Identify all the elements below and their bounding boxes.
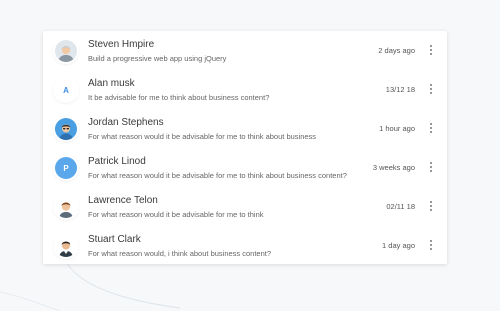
more-options-icon[interactable]: [427, 161, 435, 173]
user-avatar-brown-hair-icon: [55, 196, 77, 218]
more-options-icon[interactable]: [427, 200, 435, 212]
contact-name: Patrick Linod: [88, 156, 146, 167]
conversation-item[interactable]: Jordan Stephens For what reason would it…: [43, 111, 447, 150]
contact-name: Alan musk: [88, 78, 135, 89]
timestamp: 3 weeks ago: [372, 163, 415, 172]
conversation-item[interactable]: A Alan musk It be advisable for me to th…: [43, 72, 447, 111]
avatar: [55, 196, 77, 218]
avatar: P: [55, 157, 77, 179]
more-options-icon[interactable]: [427, 83, 435, 95]
avatar-letter: P: [63, 163, 69, 173]
more-options-icon[interactable]: [427, 239, 435, 251]
timestamp: 2 days ago: [378, 46, 415, 55]
avatar: [55, 40, 77, 62]
contact-name: Lawrence Telon: [88, 195, 158, 206]
more-options-icon[interactable]: [427, 44, 435, 56]
avatar: A: [55, 79, 77, 101]
message-preview: For what reason would, i think about bus…: [88, 249, 272, 258]
message-preview: For what reason would it be advisable fo…: [88, 210, 264, 219]
user-avatar-blue-icon: [55, 118, 77, 140]
timestamp: 1 hour ago: [379, 124, 415, 133]
timestamp: 02/11 18: [386, 202, 415, 211]
contact-name: Jordan Stephens: [88, 117, 164, 128]
message-preview: Build a progressive web app using jQuery: [88, 54, 227, 63]
conversation-item[interactable]: P Patrick Linod For what reason would it…: [43, 150, 447, 189]
message-preview: It be advisable for me to think about bu…: [88, 93, 270, 102]
timestamp: 13/12 18: [385, 85, 415, 94]
message-preview: For what reason would it be advisable fo…: [88, 132, 317, 141]
conversation-item[interactable]: Steven Hmpire Build a progressive web ap…: [43, 33, 447, 72]
conversation-item[interactable]: Lawrence Telon For what reason would it …: [43, 189, 447, 228]
timestamp: 1 day ago: [382, 241, 415, 250]
contact-name: Stuart Clark: [88, 234, 141, 245]
avatar-letter: A: [63, 85, 69, 95]
avatar: [55, 235, 77, 257]
conversation-item[interactable]: Stuart Clark For what reason would, i th…: [43, 228, 447, 267]
avatar: [55, 118, 77, 140]
user-avatar-dark-hair-icon: [55, 235, 77, 257]
user-avatar-grey-shirt-icon: [55, 40, 77, 62]
message-preview: For what reason would it be advisable fo…: [88, 171, 347, 180]
contact-name: Steven Hmpire: [88, 39, 155, 50]
conversation-list: Steven Hmpire Build a progressive web ap…: [43, 31, 447, 264]
more-options-icon[interactable]: [427, 122, 435, 134]
